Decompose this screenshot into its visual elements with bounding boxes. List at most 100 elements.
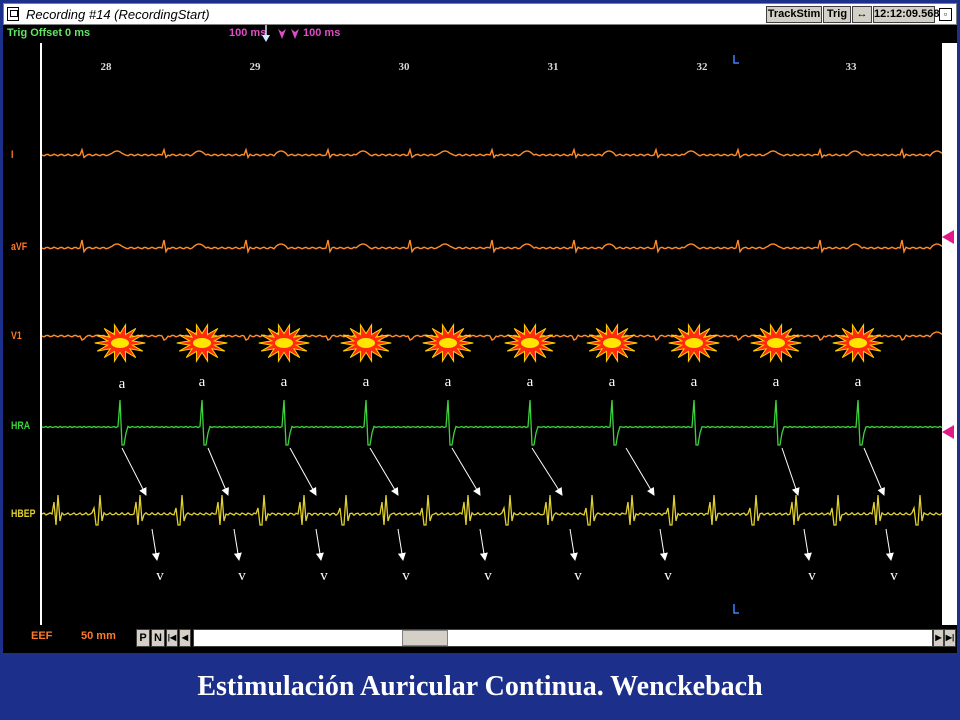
channel-label-v1: V1 xyxy=(11,330,22,342)
conduction-arrow xyxy=(781,447,800,496)
conduction-arrow xyxy=(369,447,399,496)
ventricle-label: v xyxy=(890,568,898,584)
atrial-label: a xyxy=(119,376,126,392)
scroll-left-button[interactable]: ◀ xyxy=(179,629,191,647)
time-tick-label: 28 xyxy=(101,61,113,73)
lead-hra-trace xyxy=(42,399,942,446)
slide-caption: Estimulación Auricular Continua. Wenckeb… xyxy=(197,671,763,702)
scrollbar-thumb[interactable] xyxy=(402,630,448,646)
ventricle-arrow xyxy=(569,528,578,561)
time-tick-label: 32 xyxy=(697,61,709,73)
conduction-arrow xyxy=(121,447,147,496)
sweep-speed-label: 50 mm xyxy=(81,630,116,642)
stimulus-burst-core xyxy=(849,338,867,348)
ventricle-label: v xyxy=(238,568,246,584)
channel-label-hra: HRA xyxy=(11,420,31,432)
trackstim-button[interactable]: TrackStim xyxy=(766,6,822,23)
ventricle-arrow xyxy=(659,528,668,561)
conduction-arrow xyxy=(451,447,481,496)
p-button[interactable]: P xyxy=(136,629,150,647)
ventricle-label: v xyxy=(808,568,816,584)
ventricle-arrow xyxy=(315,528,324,561)
conduction-arrow xyxy=(289,447,317,496)
lead-i-trace xyxy=(42,147,942,160)
minimize-icon[interactable]: ▫ xyxy=(939,8,952,21)
trigger-markers xyxy=(262,25,299,42)
stimulus-burst-core xyxy=(767,338,785,348)
stimulus-burst-core xyxy=(357,338,375,348)
channel-marker-icon[interactable] xyxy=(942,230,954,244)
time-display: 12:12:09.568 xyxy=(873,6,939,23)
time-tick-label: 29 xyxy=(250,61,262,73)
ventricle-label: v xyxy=(664,568,672,584)
info-bar: Trig Offset 0 ms 100 ms 100 ms xyxy=(3,25,957,43)
ecg-recording-window: Recording #14 (RecordingStart) TrackStim… xyxy=(0,0,960,720)
stimulus-burst-core xyxy=(111,338,129,348)
stimulus-burst-core xyxy=(193,338,211,348)
ventricle-arrow xyxy=(803,528,812,561)
bottom-toolbar: EEF 50 mm P N |◀ ◀ ▶ ▶| xyxy=(3,625,957,653)
channel-label-i: I xyxy=(11,149,14,161)
channel-marker-icon[interactable] xyxy=(942,425,954,439)
stimulus-burst-core xyxy=(685,338,703,348)
title-bar: Recording #14 (RecordingStart) TrackStim… xyxy=(3,3,957,25)
eef-label: EEF xyxy=(31,630,53,642)
lead-v1-trace xyxy=(42,331,942,341)
lead-hbep-trace xyxy=(42,494,942,526)
ventricle-arrow xyxy=(397,528,406,561)
ventricle-arrow xyxy=(151,528,160,561)
ventricle-label: v xyxy=(156,568,164,584)
n-button[interactable]: N xyxy=(151,629,165,647)
time-tick-label: 33 xyxy=(846,61,858,73)
ventricle-label: v xyxy=(320,568,328,584)
stimulus-burst-core xyxy=(603,338,621,348)
right-marker-bar xyxy=(942,43,957,625)
ventricle-label: v xyxy=(484,568,492,584)
atrial-label: a xyxy=(527,374,534,390)
ecg-plot[interactable]: 28 29 30 31 32 33 a a a a a a a a a a v v v v v v v v v xyxy=(40,43,942,625)
time-scrollbar[interactable] xyxy=(193,629,933,647)
ventricle-arrow xyxy=(885,528,894,561)
time-cursor-icon xyxy=(733,55,739,64)
caption-area: Estimulación Auricular Continua. Wenckeb… xyxy=(0,653,960,720)
conduction-arrow xyxy=(863,447,885,496)
atrial-label: a xyxy=(363,374,370,390)
right-window-ms: 100 ms xyxy=(303,27,341,39)
stimulus-burst-core xyxy=(521,338,539,348)
ventricle-label: v xyxy=(402,568,410,584)
time-cursor-icon xyxy=(733,604,739,614)
scroll-start-button[interactable]: |◀ xyxy=(166,629,178,647)
atrial-label: a xyxy=(609,374,616,390)
conduction-arrow xyxy=(207,447,229,496)
atrial-label: a xyxy=(691,374,698,390)
time-tick-label: 31 xyxy=(548,61,559,73)
channel-label-hbep: HBEP xyxy=(11,508,36,520)
ventricle-arrow xyxy=(479,528,488,561)
atrial-label: a xyxy=(199,374,206,390)
conduction-arrow xyxy=(625,447,655,496)
trigger-arrow-icon xyxy=(262,35,270,42)
stimulus-burst-core xyxy=(275,338,293,348)
scroll-right-button[interactable]: ▶ xyxy=(933,629,944,647)
heart-marker-icon[interactable] xyxy=(278,29,286,39)
trig-offset-label: Trig Offset 0 ms xyxy=(7,27,91,39)
atrial-label: a xyxy=(855,374,862,390)
heart-marker-icon[interactable] xyxy=(291,29,299,39)
atrial-label: a xyxy=(773,374,780,390)
channel-label-avf: aVF xyxy=(11,241,28,253)
stimulus-burst-core xyxy=(439,338,457,348)
atrial-label: a xyxy=(445,374,452,390)
expand-horizontal-button[interactable]: ↔ xyxy=(852,6,872,23)
conduction-arrow xyxy=(531,447,563,496)
lead-avf-trace xyxy=(42,239,942,254)
time-tick-label: 30 xyxy=(399,61,411,73)
window-title: Recording #14 (RecordingStart) xyxy=(26,7,210,22)
scroll-end-button[interactable]: ▶| xyxy=(944,629,956,647)
channel-labels: I aVF V1 HRA HBEP xyxy=(3,43,40,625)
window-icon[interactable] xyxy=(7,7,19,21)
ventricle-arrow xyxy=(233,528,242,561)
ecg-traces-svg: 28 29 30 31 32 33 a a a a a a a a a a v v v v v v v v v xyxy=(42,55,942,614)
atrial-label: a xyxy=(281,374,288,390)
trig-button[interactable]: Trig xyxy=(823,6,851,23)
ventricle-label: v xyxy=(574,568,582,584)
